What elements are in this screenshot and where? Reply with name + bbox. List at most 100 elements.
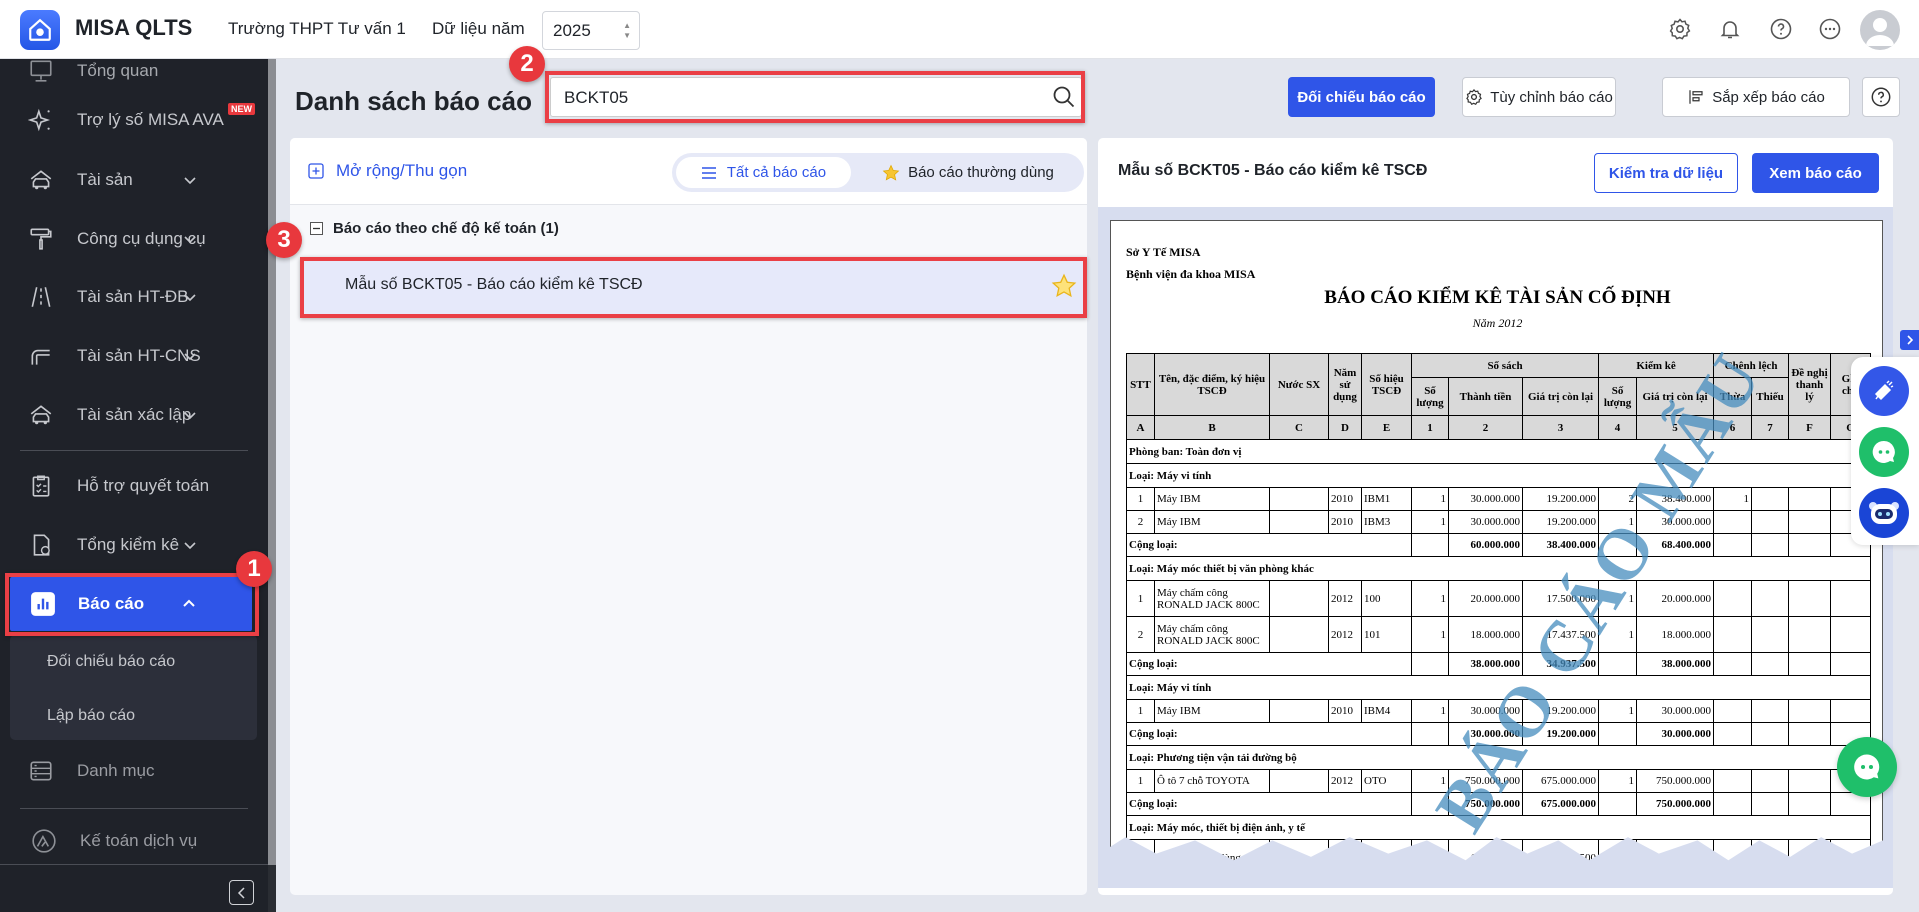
sidebar-item-established-assets[interactable]: Tài sản xác lập	[0, 390, 268, 440]
report-filter-toggle: Tất cả báo cáo Báo cáo thường dùng	[672, 153, 1084, 192]
avatar[interactable]	[1860, 10, 1900, 50]
table-cell	[1751, 616, 1790, 653]
table-cell	[1788, 487, 1832, 511]
column-code: 1	[1411, 415, 1449, 440]
sidebar-item-label: Kế toán dịch vụ	[80, 831, 198, 850]
category-row: Loại: Máy móc thiết bị văn phòng khác	[1125, 556, 1872, 581]
sidebar-item-ava[interactable]: Trợ lý số MISA AVA NEW	[0, 95, 268, 145]
subtotal-cell	[1713, 792, 1753, 816]
subtotal-cell	[1598, 792, 1638, 816]
unit-name[interactable]: Trường THPT Tư vấn 1	[228, 19, 406, 39]
expand-collapse-label: Mở rộng/Thu gọn	[336, 161, 468, 180]
table-cell: 1	[1126, 769, 1155, 793]
table-cell	[1713, 580, 1753, 617]
table-cell: 1	[1126, 487, 1155, 511]
sidebar-item-road-assets[interactable]: Tài sản HT-ĐB	[0, 272, 268, 322]
table-cell	[1788, 580, 1832, 617]
table-cell: 30.000.000	[1448, 510, 1523, 534]
help-icon	[1871, 87, 1891, 107]
view-report-button[interactable]: Xem báo cáo	[1752, 153, 1879, 193]
expand-collapse-button[interactable]: Mở rộng/Thu gọn	[308, 161, 467, 181]
sidebar-item-accounting-service[interactable]: Kế toán dịch vụ	[0, 816, 268, 866]
reports-submenu: Đối chiếu báo cáo Lập báo cáo	[10, 635, 257, 740]
sidebar-item-assets[interactable]: Tài sản	[0, 155, 268, 205]
sidebar-item-overview[interactable]: Tổng quan	[0, 59, 268, 91]
sidebar-scrollbar[interactable]	[268, 59, 276, 865]
category-row: Loại: Máy vi tính	[1125, 463, 1872, 488]
asset-row: 2 Máy IBM 2010 IBM3 1 30.000.000 19.200.000 1 30…	[1126, 510, 1872, 534]
chevron-right-icon	[1906, 335, 1913, 345]
annotation-box-reports	[5, 573, 259, 636]
car-house-icon	[30, 170, 52, 190]
table-cell: Máy IBM	[1154, 510, 1270, 534]
column-code: 3	[1521, 415, 1600, 440]
sort-icon	[1689, 90, 1703, 104]
table-cell: 100	[1361, 580, 1412, 617]
sidebar-item-settlement[interactable]: Hỗ trợ quyết toán	[0, 461, 268, 511]
col-books: Sổ sách	[1410, 353, 1600, 378]
table-cell	[1788, 839, 1832, 861]
gear-icon[interactable]	[1665, 14, 1695, 44]
report-preview-panel: Mẫu số BCKT05 - Báo cáo kiểm kê TSCĐ Kiể…	[1098, 138, 1893, 895]
sort-report-button[interactable]: Sắp xếp báo cáo	[1662, 77, 1850, 117]
subtotal-cell	[1713, 652, 1753, 676]
subtotal-cell	[1411, 533, 1449, 557]
annotation-badge-1: 1	[236, 551, 272, 587]
minus-square-icon[interactable]	[310, 222, 323, 235]
subtotal-cell	[1713, 722, 1753, 746]
table-cell: 19.200.000	[1521, 510, 1600, 534]
table-cell: 2010	[1328, 487, 1362, 511]
list-icon	[30, 761, 52, 781]
table-cell	[1713, 699, 1753, 723]
spin-arrows-icon[interactable]: ▲ ▼	[623, 21, 631, 41]
customize-report-button[interactable]: Tùy chỉnh báo cáo	[1462, 77, 1616, 117]
more-icon[interactable]	[1815, 14, 1845, 44]
sidebar-item-water-assets[interactable]: Tài sản HT-CNS	[0, 331, 268, 381]
compare-report-button[interactable]: Đối chiếu báo cáo	[1288, 77, 1435, 117]
column-code: 4	[1598, 415, 1638, 440]
sidebar-item-inventory[interactable]: Tổng kiểm kê	[0, 520, 268, 570]
sidebar-item-catalog[interactable]: Danh mục	[0, 746, 268, 796]
sidebar-item-tools[interactable]: Công cụ dụng cụ	[0, 214, 268, 264]
submenu-item-compare[interactable]: Đối chiếu báo cáo	[47, 653, 175, 671]
table-cell	[1788, 616, 1832, 653]
table-cell	[1713, 510, 1753, 534]
table-cell: 2	[1126, 510, 1155, 534]
gear-icon	[1466, 88, 1483, 106]
help-icon[interactable]	[1766, 14, 1796, 44]
announcement-button[interactable]	[1859, 366, 1909, 416]
table-cell: 2012	[1328, 769, 1362, 793]
bell-icon[interactable]	[1715, 14, 1745, 44]
table-cell	[1751, 839, 1790, 861]
table-cell: 1	[1411, 699, 1449, 723]
table-cell: 1	[1411, 616, 1449, 653]
table-cell	[1269, 510, 1329, 534]
table-cell	[1269, 699, 1329, 723]
report-group-row[interactable]: Báo cáo theo chế độ kế toán (1)	[310, 220, 559, 237]
chat-support-button[interactable]	[1859, 427, 1909, 477]
pipe-icon	[31, 349, 50, 365]
expand-panel-button[interactable]	[1900, 330, 1919, 350]
table-cell: 2010	[1328, 510, 1362, 534]
table-cell: Máy chấm công RONALD JACK 800C	[1154, 580, 1270, 617]
subtotal-cell	[1788, 792, 1832, 816]
year-label: Dữ liệu năm	[432, 19, 525, 38]
asset-row: 1 Máy chấm công RONALD JACK 800C 2012 100 1 2…	[1126, 580, 1872, 617]
submenu-item-create[interactable]: Lập báo cáo	[47, 707, 135, 725]
year-stepper[interactable]: 2025 ▲ ▼	[542, 11, 640, 50]
table-cell	[1751, 580, 1790, 617]
divider	[20, 450, 248, 451]
tab-favorite-reports[interactable]: Báo cáo thường dùng	[857, 157, 1079, 188]
sidebar-item-label: Tài sản	[77, 170, 133, 189]
table-cell: 17.404.000	[1636, 839, 1715, 861]
ai-assistant-button[interactable]	[1859, 488, 1909, 538]
chevron-down-icon	[184, 542, 196, 550]
tab-all-reports[interactable]: Tất cả báo cáo	[676, 157, 851, 188]
chat-floating-button[interactable]	[1837, 737, 1897, 797]
collapse-sidebar-button[interactable]	[229, 880, 254, 905]
table-cell	[1269, 839, 1329, 861]
app-logo[interactable]	[20, 10, 60, 50]
check-data-button[interactable]: Kiểm tra dữ liệu	[1594, 153, 1738, 193]
help-button[interactable]	[1862, 77, 1900, 117]
subtotal-cell: 60.000.000	[1448, 533, 1523, 557]
